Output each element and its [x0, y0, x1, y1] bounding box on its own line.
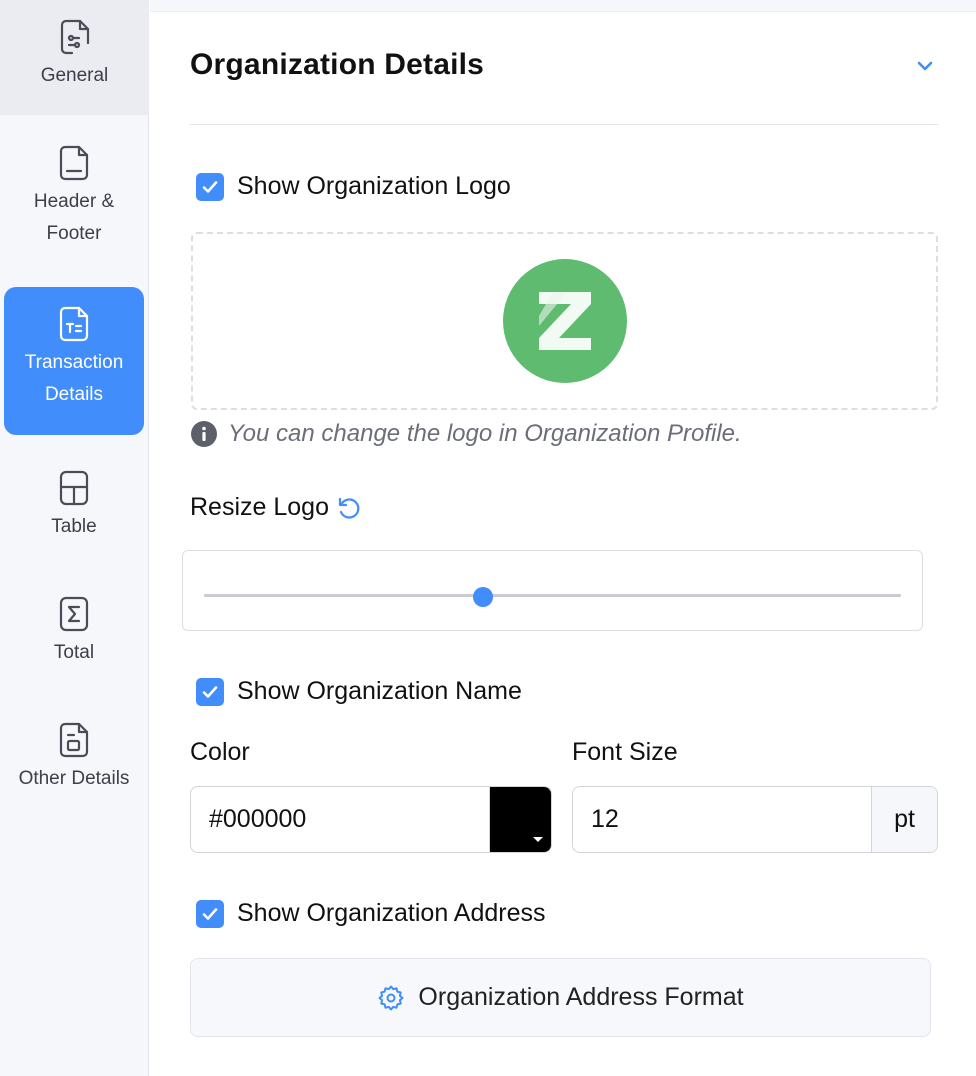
show-name-row[interactable]: Show Organization Name — [196, 677, 522, 706]
table-icon — [59, 470, 89, 506]
sidebar-item-label: General — [40, 65, 109, 86]
sidebar-item-general[interactable]: General — [0, 0, 149, 115]
sidebar-item-table[interactable]: Table — [4, 469, 144, 543]
sidebar-item-transaction-details[interactable]: Transaction Details — [4, 287, 144, 435]
logo-preview-box: Z — [191, 232, 938, 410]
show-logo-label: Show Organization Logo — [237, 172, 511, 200]
font-size-label: Font Size — [572, 738, 678, 766]
sigma-icon — [59, 596, 89, 632]
logo-hint-text: You can change the logo in Organization … — [228, 420, 742, 447]
sidebar-item-label: Table — [51, 516, 97, 537]
section-title: Organization Details — [190, 48, 485, 81]
color-swatch-picker[interactable] — [489, 787, 551, 852]
font-size-field[interactable]: 12 pt — [572, 786, 938, 853]
chevron-down-icon[interactable] — [914, 58, 936, 74]
font-size-unit: pt — [871, 787, 937, 852]
file-box-icon — [59, 722, 89, 758]
check-icon — [202, 907, 218, 920]
sidebar-item-other-details[interactable]: Other Details — [4, 721, 144, 795]
sidebar-item-total[interactable]: Total — [4, 595, 144, 669]
gear-icon — [378, 985, 404, 1010]
address-format-label: Organization Address Format — [418, 983, 744, 1011]
color-field[interactable]: #000000 — [190, 786, 552, 853]
sidebar-item-label: Header & Footer — [33, 191, 115, 244]
show-address-checkbox[interactable] — [196, 899, 224, 928]
info-icon — [191, 421, 217, 447]
font-size-value[interactable]: 12 — [573, 787, 871, 852]
reset-icon[interactable] — [335, 494, 363, 522]
color-value[interactable]: #000000 — [191, 787, 489, 852]
show-address-row[interactable]: Show Organization Address — [196, 899, 546, 928]
file-icon — [59, 145, 89, 181]
show-logo-row[interactable]: Show Organization Logo — [196, 172, 511, 201]
slider-thumb[interactable] — [472, 587, 493, 607]
sidebar-item-header-footer[interactable]: Header & Footer — [4, 144, 144, 250]
caret-down-icon — [533, 837, 543, 842]
organization-address-format-button[interactable]: Organization Address Format — [190, 958, 931, 1037]
sidebar-item-label: Total — [53, 642, 95, 663]
z-logo-icon: Z — [533, 286, 591, 350]
organization-logo: Z — [502, 259, 627, 383]
check-icon — [202, 180, 218, 193]
show-name-label: Show Organization Name — [237, 677, 522, 705]
resize-logo-row: Resize Logo — [190, 493, 363, 522]
sidebar: General Header & Footer Transaction Deta… — [0, 0, 149, 1076]
slider-track[interactable] — [204, 594, 901, 597]
logo-letter: Z — [533, 286, 534, 287]
top-strip — [150, 0, 976, 12]
show-logo-checkbox[interactable] — [196, 172, 224, 201]
file-text-icon — [59, 306, 89, 342]
divider — [190, 124, 938, 125]
sidebar-item-label: Other Details — [18, 768, 130, 789]
check-icon — [202, 685, 218, 698]
logo-hint: You can change the logo in Organization … — [190, 420, 742, 448]
show-name-checkbox[interactable] — [196, 677, 224, 706]
show-address-label: Show Organization Address — [237, 899, 546, 927]
color-label: Color — [190, 738, 250, 766]
resize-logo-label: Resize Logo — [190, 493, 329, 521]
file-settings-icon — [60, 19, 89, 55]
resize-logo-slider-box — [182, 550, 923, 631]
sidebar-item-label: Transaction Details — [24, 352, 124, 405]
